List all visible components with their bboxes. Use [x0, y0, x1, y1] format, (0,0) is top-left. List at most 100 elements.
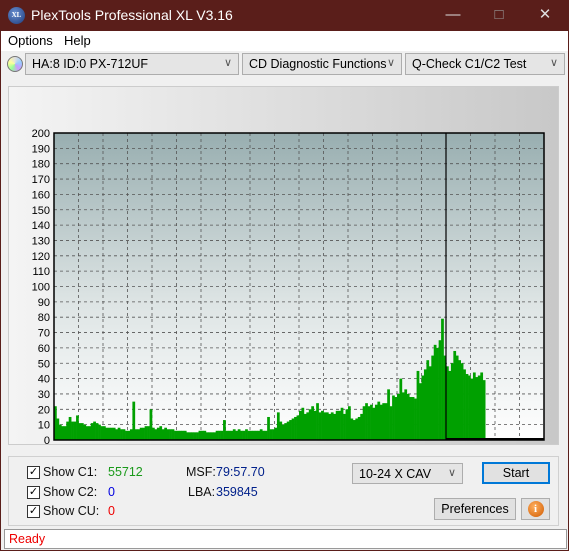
c1-bar: [475, 377, 479, 440]
c1-bar: [323, 412, 327, 440]
c1-bar: [272, 429, 275, 440]
c1-bar: [191, 432, 194, 440]
chevron-down-icon: ∨: [549, 57, 558, 69]
c1-bar: [149, 409, 153, 440]
c1-bar: [394, 397, 398, 440]
c1-bar: [306, 412, 310, 440]
c1-bar: [389, 406, 393, 440]
c1-bar: [428, 366, 432, 440]
c1-bar: [205, 432, 209, 440]
c1-bar: [436, 347, 439, 440]
menu-help[interactable]: Help: [64, 33, 91, 48]
c1-bar: [78, 423, 82, 440]
c1-bar: [357, 416, 361, 440]
c1-bar: [286, 421, 290, 440]
app-logo-icon: XL: [8, 7, 25, 24]
c1-bar: [416, 370, 420, 440]
y-tick-label: 90: [38, 297, 50, 309]
show-c2-checkbox[interactable]: ✓: [27, 486, 40, 499]
c1-bar: [343, 413, 346, 440]
c1-bar: [365, 403, 368, 440]
preferences-button[interactable]: Preferences: [434, 498, 516, 520]
c1-bar: [154, 429, 158, 440]
c1-bar: [335, 410, 339, 440]
window-title: PlexTools Professional XL V3.16: [31, 7, 233, 23]
c1-bar: [83, 424, 87, 440]
c1-bar: [370, 404, 373, 440]
minimize-button[interactable]: —: [438, 4, 468, 26]
c1-bar: [269, 429, 273, 440]
c1-bar: [384, 403, 388, 440]
c1-bar: [350, 418, 354, 440]
function-value: CD Diagnostic Functions: [249, 57, 387, 71]
c1-bar: [289, 420, 292, 440]
test-select[interactable]: Q-Check C1/C2 Test ∨: [405, 53, 565, 75]
controls-panel: ✓ Show C1: 55712 ✓ Show C2: 0 ✓ Show CU:…: [8, 456, 559, 526]
show-cu-checkbox[interactable]: ✓: [27, 505, 40, 518]
c1-bar: [161, 429, 165, 440]
chevron-down-icon: ∨: [447, 467, 456, 479]
maximize-button[interactable]: □: [484, 4, 514, 26]
c1-bar: [414, 398, 417, 440]
c1-bar: [399, 378, 403, 440]
speed-select[interactable]: 10-24 X CAV ∨: [352, 463, 463, 484]
c1-bar: [409, 397, 412, 440]
c1-bar: [122, 429, 126, 440]
y-tick-label: 60: [38, 343, 50, 355]
info-button[interactable]: i: [521, 498, 550, 520]
y-tick-label: 170: [32, 174, 50, 186]
c1-bar: [465, 373, 469, 440]
c1-bar: [115, 429, 118, 440]
c1-bar: [345, 409, 349, 440]
c1-bar: [208, 432, 212, 440]
c1-bar: [120, 429, 123, 440]
c1-bar: [348, 406, 351, 440]
c1-bar: [264, 430, 268, 440]
c1-bar: [367, 406, 371, 440]
c1-bar: [423, 369, 427, 440]
c1-bar: [112, 427, 116, 440]
c1-bar: [98, 424, 101, 440]
c1-bar: [333, 413, 337, 440]
c1-bar: [426, 360, 430, 440]
c1-bar: [178, 430, 182, 440]
c1-bar: [382, 403, 386, 440]
c1-bar: [419, 383, 422, 440]
c1-bar: [169, 429, 172, 440]
c1-bar: [308, 409, 312, 440]
c1-bar: [274, 427, 278, 440]
c1-bar: [247, 430, 251, 440]
y-tick-label: 110: [32, 266, 50, 278]
c1-bar: [107, 427, 111, 440]
c1-bar: [291, 418, 295, 440]
c1-bar: [159, 426, 163, 440]
c1-bar: [147, 426, 150, 440]
c1-bar: [58, 424, 62, 440]
menu-options[interactable]: Options: [8, 33, 53, 48]
cu-value: 0: [108, 504, 115, 518]
show-c1-checkbox[interactable]: ✓: [27, 466, 40, 479]
c1-bar: [303, 413, 307, 440]
y-tick-label: 100: [32, 282, 50, 294]
close-button[interactable]: ✕: [530, 4, 560, 26]
c1-bar: [137, 429, 141, 440]
chevron-down-icon: ∨: [223, 57, 232, 69]
c1-bar: [360, 413, 363, 440]
c1-bar: [156, 427, 160, 440]
drive-select[interactable]: HA:8 ID:0 PX-712UF ∨: [25, 53, 239, 75]
c1-bar: [186, 432, 190, 440]
c1-bar: [242, 430, 246, 440]
chevron-down-icon: ∨: [386, 57, 395, 69]
c1-bar: [56, 418, 60, 440]
title-bar: XL PlexTools Professional XL V3.16 — □ ✕: [0, 0, 569, 31]
c1-bar: [362, 406, 366, 440]
start-button[interactable]: Start: [482, 462, 550, 484]
show-c2-label: Show C2:: [43, 485, 98, 499]
c1-bar: [299, 410, 302, 440]
lba-label: LBA:: [188, 485, 216, 499]
c1-bar: [401, 392, 405, 440]
c1-bar: [215, 430, 219, 440]
function-select[interactable]: CD Diagnostic Functions ∨: [242, 53, 402, 75]
c1-bar: [100, 426, 104, 440]
c1-bar: [237, 429, 241, 440]
